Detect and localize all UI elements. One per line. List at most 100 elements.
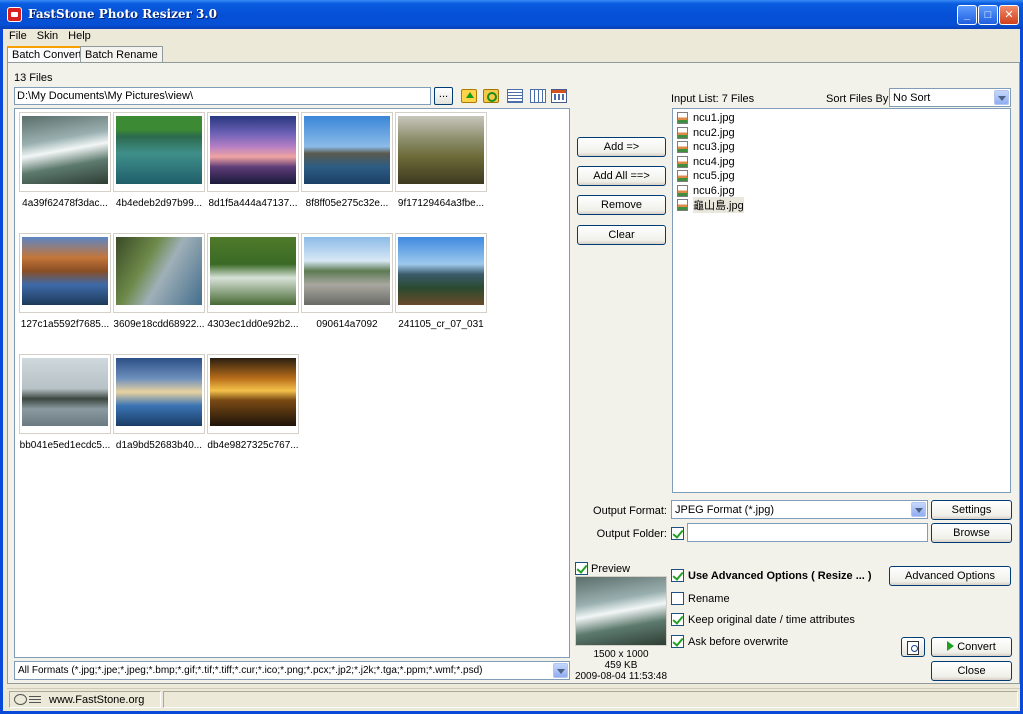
- menu-help[interactable]: Help: [62, 29, 95, 42]
- thumbnail-frame: [19, 354, 111, 434]
- close-window-button[interactable]: ✕: [999, 5, 1019, 25]
- globe-icon: [14, 694, 27, 705]
- list-item-label: ncu4.jpg: [693, 155, 735, 168]
- thumbnail-item[interactable]: d1a9bd52683b40...: [113, 354, 205, 451]
- thumbnail-item[interactable]: 3609e18cdd68922...: [113, 233, 205, 330]
- refresh-folder-icon[interactable]: [483, 89, 499, 103]
- input-file-list[interactable]: ncu1.jpg ncu2.jpg ncu3.jpg ncu4.jpg ncu5…: [672, 108, 1011, 493]
- sort-label: Sort Files By:: [826, 93, 892, 105]
- close-button[interactable]: Close: [931, 661, 1012, 681]
- menu-skin[interactable]: Skin: [31, 29, 62, 42]
- thumbnail-image: [22, 358, 108, 426]
- list-item-label: 龜山島.jpg: [693, 197, 744, 214]
- preview-checkbox[interactable]: [575, 562, 588, 575]
- clear-button[interactable]: Clear: [577, 225, 666, 245]
- list-item-label: ncu3.jpg: [693, 141, 735, 154]
- chevron-down-icon[interactable]: [911, 502, 926, 517]
- thumbnail-item[interactable]: 241105_cr_07_031: [395, 233, 487, 330]
- thumbnail-name: 3609e18cdd68922...: [113, 319, 205, 330]
- list-item[interactable]: 龜山島.jpg: [677, 197, 1006, 214]
- thumbnail-image: [116, 237, 202, 305]
- thumbnail-frame: [113, 233, 205, 313]
- list-item[interactable]: ncu1.jpg: [677, 111, 1006, 126]
- thumbnail-frame: [113, 354, 205, 434]
- website-url: www.FastStone.org: [49, 694, 145, 706]
- maximize-button[interactable]: □: [978, 5, 998, 25]
- chevron-down-icon[interactable]: [994, 90, 1009, 105]
- advanced-options-button[interactable]: Advanced Options: [889, 566, 1011, 586]
- app-window: FastStone Photo Resizer 3.0 _ □ ✕ File Sk…: [0, 0, 1023, 714]
- use-advanced-options-checkbox[interactable]: [671, 569, 684, 582]
- thumbnail-name: 4b4edeb2d97b99...: [115, 198, 203, 209]
- thumbnail-panel[interactable]: 4a39f62478f3dac... 4b4edeb2d97b99... 8d1…: [14, 108, 570, 658]
- jpg-file-icon: [677, 155, 688, 168]
- output-format-value: JPEG Format (*.jpg): [675, 504, 775, 516]
- title-bar[interactable]: FastStone Photo Resizer 3.0 _ □ ✕: [0, 0, 1023, 29]
- thumbnail-item[interactable]: 8f8ff05e275c32e...: [301, 112, 393, 209]
- list-item-label: ncu2.jpg: [693, 126, 735, 139]
- details-view-icon[interactable]: [507, 89, 523, 103]
- list-item[interactable]: ncu6.jpg: [677, 184, 1006, 199]
- add-all-button[interactable]: Add All ==>: [577, 166, 666, 186]
- list-view-icon[interactable]: [530, 89, 546, 103]
- thumbnail-item[interactable]: 4a39f62478f3dac...: [19, 112, 111, 209]
- preview-image: [575, 576, 667, 646]
- output-folder-input[interactable]: [687, 523, 928, 542]
- thumbnail-item[interactable]: 9f17129464a3fbe...: [395, 112, 487, 209]
- keep-date-checkbox[interactable]: [671, 613, 684, 626]
- thumbnail-item[interactable]: 4b4edeb2d97b99...: [113, 112, 205, 209]
- file-format-filter-select[interactable]: All Formats (*.jpg;*.jpe;*.jpeg;*.bmp;*.…: [14, 661, 570, 680]
- list-item[interactable]: ncu3.jpg: [677, 140, 1006, 155]
- minimize-button[interactable]: _: [957, 5, 977, 25]
- settings-button[interactable]: Settings: [931, 500, 1012, 520]
- jpg-file-icon: [677, 170, 688, 183]
- ask-overwrite-checkbox[interactable]: [671, 635, 684, 648]
- thumbnail-image: [210, 237, 296, 305]
- list-item[interactable]: ncu4.jpg: [677, 155, 1006, 170]
- sort-files-value: No Sort: [893, 92, 931, 104]
- menu-file[interactable]: File: [3, 29, 31, 42]
- file-format-filter-value: All Formats (*.jpg;*.jpe;*.jpeg;*.bmp;*.…: [18, 665, 483, 676]
- folder-path-input[interactable]: D:\My Documents\My Pictures\view\: [14, 87, 431, 105]
- browse-button[interactable]: Browse: [931, 523, 1012, 543]
- thumbnail-name: db4e9827325c767...: [207, 440, 299, 451]
- list-item[interactable]: ncu2.jpg: [677, 126, 1006, 141]
- thumbnail-item[interactable]: 090614a7092: [301, 233, 393, 330]
- thumbnail-item[interactable]: 127c1a5592f7685...: [19, 233, 111, 330]
- app-logo-icon: [7, 7, 22, 22]
- thumbnail-item[interactable]: 4303ec1dd0e92b2...: [207, 233, 299, 330]
- preview-search-icon[interactable]: [901, 637, 925, 657]
- status-bar: www.FastStone.org: [7, 688, 1020, 709]
- thumbnail-name: 9f17129464a3fbe...: [397, 198, 485, 209]
- convert-button[interactable]: Convert: [931, 637, 1012, 657]
- thumbnail-view-icon[interactable]: [551, 89, 567, 103]
- thumbnail-image: [22, 237, 108, 305]
- folder-up-icon[interactable]: [461, 89, 477, 103]
- output-folder-checkbox[interactable]: [671, 527, 684, 540]
- chevron-down-icon[interactable]: [553, 663, 568, 678]
- thumbnail-name: d1a9bd52683b40...: [115, 440, 203, 451]
- browse-folder-button[interactable]: ...: [434, 87, 453, 105]
- tab-batch-rename[interactable]: Batch Rename: [80, 46, 163, 63]
- sort-files-select[interactable]: No Sort: [889, 88, 1011, 107]
- website-link[interactable]: www.FastStone.org: [9, 691, 161, 708]
- thumbnail-name: 4a39f62478f3dac...: [22, 198, 108, 209]
- output-format-select[interactable]: JPEG Format (*.jpg): [671, 500, 928, 519]
- thumbnail-frame: [395, 112, 487, 192]
- thumbnail-frame: [301, 112, 393, 192]
- thumbnail-item[interactable]: 8d1f5a444a47137...: [207, 112, 299, 209]
- rename-checkbox[interactable]: [671, 592, 684, 605]
- thumbnail-item[interactable]: bb041e5ed1ecdc5...: [19, 354, 111, 451]
- jpg-file-icon: [677, 112, 688, 125]
- window-title: FastStone Photo Resizer 3.0: [28, 7, 217, 21]
- convert-label: Convert: [957, 641, 996, 653]
- thumbnail-frame: [19, 112, 111, 192]
- thumbnail-item[interactable]: db4e9827325c767...: [207, 354, 299, 451]
- thumbnail-name: 090614a7092: [316, 319, 378, 330]
- add-button[interactable]: Add =>: [577, 137, 666, 157]
- list-item[interactable]: ncu5.jpg: [677, 169, 1006, 184]
- remove-button[interactable]: Remove: [577, 195, 666, 215]
- thumbnail-image: [210, 116, 296, 184]
- thumbnail-image: [22, 116, 108, 184]
- jpg-file-icon: [677, 199, 688, 212]
